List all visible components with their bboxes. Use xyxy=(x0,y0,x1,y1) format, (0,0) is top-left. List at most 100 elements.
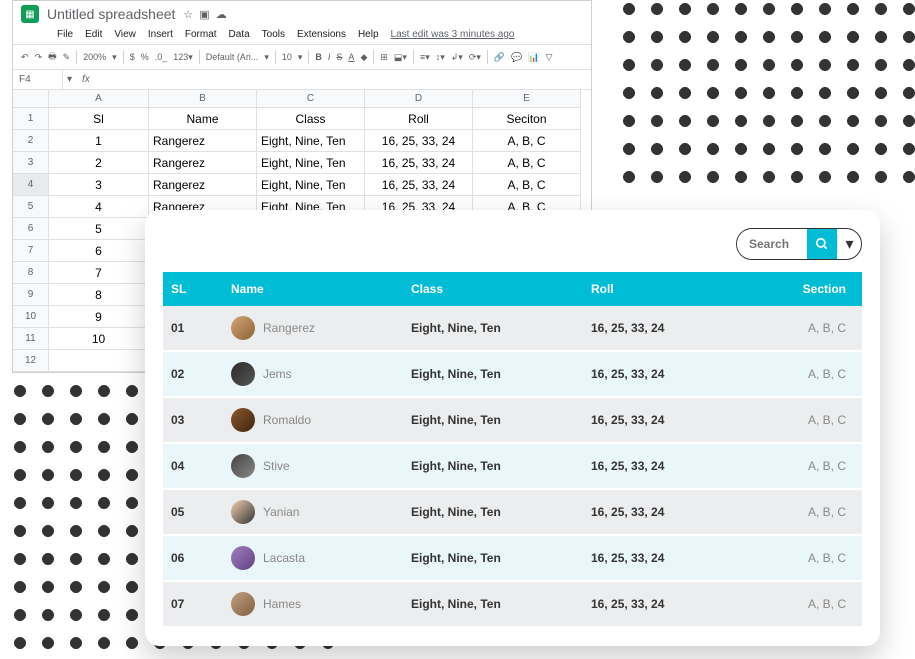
row-header[interactable]: 5 xyxy=(13,196,49,218)
chevron-down-icon[interactable]: ▾ xyxy=(264,52,269,63)
row-header[interactable]: 7 xyxy=(13,240,49,262)
table-row[interactable]: 04 Stive Eight, Nine, Ten 16, 25, 33, 24… xyxy=(163,444,862,488)
menu-tools[interactable]: Tools xyxy=(262,29,285,40)
row-header[interactable]: 11 xyxy=(13,328,49,350)
menu-edit[interactable]: Edit xyxy=(85,29,102,40)
merge-icon[interactable]: ⬓▾ xyxy=(394,52,407,63)
menu-insert[interactable]: Insert xyxy=(148,29,173,40)
table-row[interactable]: 07 Hames Eight, Nine, Ten 16, 25, 33, 24… xyxy=(163,582,862,626)
cell[interactable]: 1 xyxy=(49,130,149,152)
halign-icon[interactable]: ≡▾ xyxy=(420,52,430,63)
row-header[interactable]: 2 xyxy=(13,130,49,152)
cell[interactable]: Rangerez xyxy=(149,130,257,152)
search-button[interactable] xyxy=(807,229,837,259)
cell[interactable]: Seciton xyxy=(473,108,581,130)
table-row[interactable]: 05 Yanian Eight, Nine, Ten 16, 25, 33, 2… xyxy=(163,490,862,534)
row-header[interactable]: 12 xyxy=(13,350,49,372)
cell[interactable]: Rangerez xyxy=(149,174,257,196)
col-header[interactable]: E xyxy=(473,90,581,108)
wrap-icon[interactable]: ↲▾ xyxy=(451,52,463,63)
currency-button[interactable]: $ xyxy=(130,52,135,62)
print-icon[interactable]: 🖶 xyxy=(48,49,57,65)
cell[interactable]: A, B, C xyxy=(473,152,581,174)
row-header[interactable]: 3 xyxy=(13,152,49,174)
menu-extensions[interactable]: Extensions xyxy=(297,29,346,40)
select-all-cell[interactable] xyxy=(13,90,49,108)
row-header[interactable]: 4 xyxy=(13,174,49,196)
cell[interactable]: 16, 25, 33, 24 xyxy=(365,152,473,174)
chevron-down-icon[interactable]: ▾ xyxy=(298,52,303,63)
table-row[interactable]: 06 Lacasta Eight, Nine, Ten 16, 25, 33, … xyxy=(163,536,862,580)
row-header[interactable]: 6 xyxy=(13,218,49,240)
cell[interactable]: 2 xyxy=(49,152,149,174)
row-header[interactable]: 8 xyxy=(13,262,49,284)
menu-data[interactable]: Data xyxy=(229,29,250,40)
row-header[interactable]: 10 xyxy=(13,306,49,328)
comment-icon[interactable]: 💬 xyxy=(511,52,522,63)
cell[interactable]: 16, 25, 33, 24 xyxy=(365,130,473,152)
cell[interactable]: Name xyxy=(149,108,257,130)
row-header[interactable]: 1 xyxy=(13,108,49,130)
chart-icon[interactable]: 📊 xyxy=(528,52,539,63)
cell-reference[interactable]: F4 xyxy=(13,70,63,89)
fill-color-icon[interactable]: ◆ xyxy=(360,52,367,63)
link-icon[interactable]: 🔗 xyxy=(494,52,505,63)
table-row[interactable]: 03 Romaldo Eight, Nine, Ten 16, 25, 33, … xyxy=(163,398,862,442)
last-edit-label[interactable]: Last edit was 3 minutes ago xyxy=(391,29,515,40)
cell[interactable]: Rangerez xyxy=(149,152,257,174)
cell[interactable]: 3 xyxy=(49,174,149,196)
percent-button[interactable]: % xyxy=(141,52,149,62)
col-header[interactable]: B xyxy=(149,90,257,108)
text-color-button[interactable]: A xyxy=(348,52,354,62)
col-header[interactable]: C xyxy=(257,90,365,108)
menu-file[interactable]: File xyxy=(57,29,73,40)
strike-button[interactable]: S xyxy=(336,52,342,62)
menu-view[interactable]: View xyxy=(114,29,136,40)
decimal-button[interactable]: .0_ xyxy=(155,52,168,62)
valign-icon[interactable]: ↕▾ xyxy=(436,52,445,63)
font-select[interactable]: Default (Ari... xyxy=(206,52,259,62)
cell[interactable]: Eight, Nine, Ten xyxy=(257,152,365,174)
borders-icon[interactable]: ⊞ xyxy=(380,52,388,63)
cell[interactable]: 4 xyxy=(49,196,149,218)
bold-button[interactable]: B xyxy=(315,52,322,62)
col-header[interactable]: A xyxy=(49,90,149,108)
cell[interactable]: 16, 25, 33, 24 xyxy=(365,174,473,196)
undo-icon[interactable]: ↶ xyxy=(21,52,29,63)
cell[interactable]: Eight, Nine, Ten xyxy=(257,130,365,152)
cell[interactable]: 10 xyxy=(49,328,149,350)
menu-help[interactable]: Help xyxy=(358,29,379,40)
document-title[interactable]: Untitled spreadsheet xyxy=(47,6,175,22)
font-size[interactable]: 10 xyxy=(282,52,292,62)
cell[interactable]: A, B, C xyxy=(473,174,581,196)
search-dropdown-button[interactable]: ▾ xyxy=(837,234,861,254)
cloud-icon[interactable]: ☁ xyxy=(216,8,227,21)
cell[interactable]: 7 xyxy=(49,262,149,284)
col-header[interactable]: D xyxy=(365,90,473,108)
cell[interactable]: Roll xyxy=(365,108,473,130)
menu-format[interactable]: Format xyxy=(185,29,217,40)
star-icon[interactable]: ☆ xyxy=(183,8,193,21)
cell[interactable]: 8 xyxy=(49,284,149,306)
redo-icon[interactable]: ↷ xyxy=(35,52,43,63)
cell[interactable]: 6 xyxy=(49,240,149,262)
table-row[interactable]: 02 Jems Eight, Nine, Ten 16, 25, 33, 24 … xyxy=(163,352,862,396)
italic-button[interactable]: I xyxy=(328,52,331,62)
chevron-down-icon[interactable]: ▾ xyxy=(112,52,117,63)
search-input[interactable] xyxy=(737,231,807,257)
cell[interactable]: 5 xyxy=(49,218,149,240)
cell[interactable]: Sl xyxy=(49,108,149,130)
fx-label[interactable]: fx xyxy=(76,70,96,89)
cell[interactable]: A, B, C xyxy=(473,130,581,152)
cell[interactable]: Eight, Nine, Ten xyxy=(257,174,365,196)
zoom-select[interactable]: 200% xyxy=(83,52,106,62)
cell[interactable]: 9 xyxy=(49,306,149,328)
table-row[interactable]: 01 Rangerez Eight, Nine, Ten 16, 25, 33,… xyxy=(163,306,862,350)
more-format-button[interactable]: 123▾ xyxy=(173,52,193,63)
cell[interactable] xyxy=(49,350,149,372)
cell-ref-dropdown-icon[interactable]: ▾ xyxy=(63,74,76,85)
filter-icon[interactable]: ▽ xyxy=(546,52,553,63)
rotate-icon[interactable]: ⟳▾ xyxy=(469,52,481,63)
row-header[interactable]: 9 xyxy=(13,284,49,306)
move-icon[interactable]: ▣ xyxy=(199,8,209,21)
